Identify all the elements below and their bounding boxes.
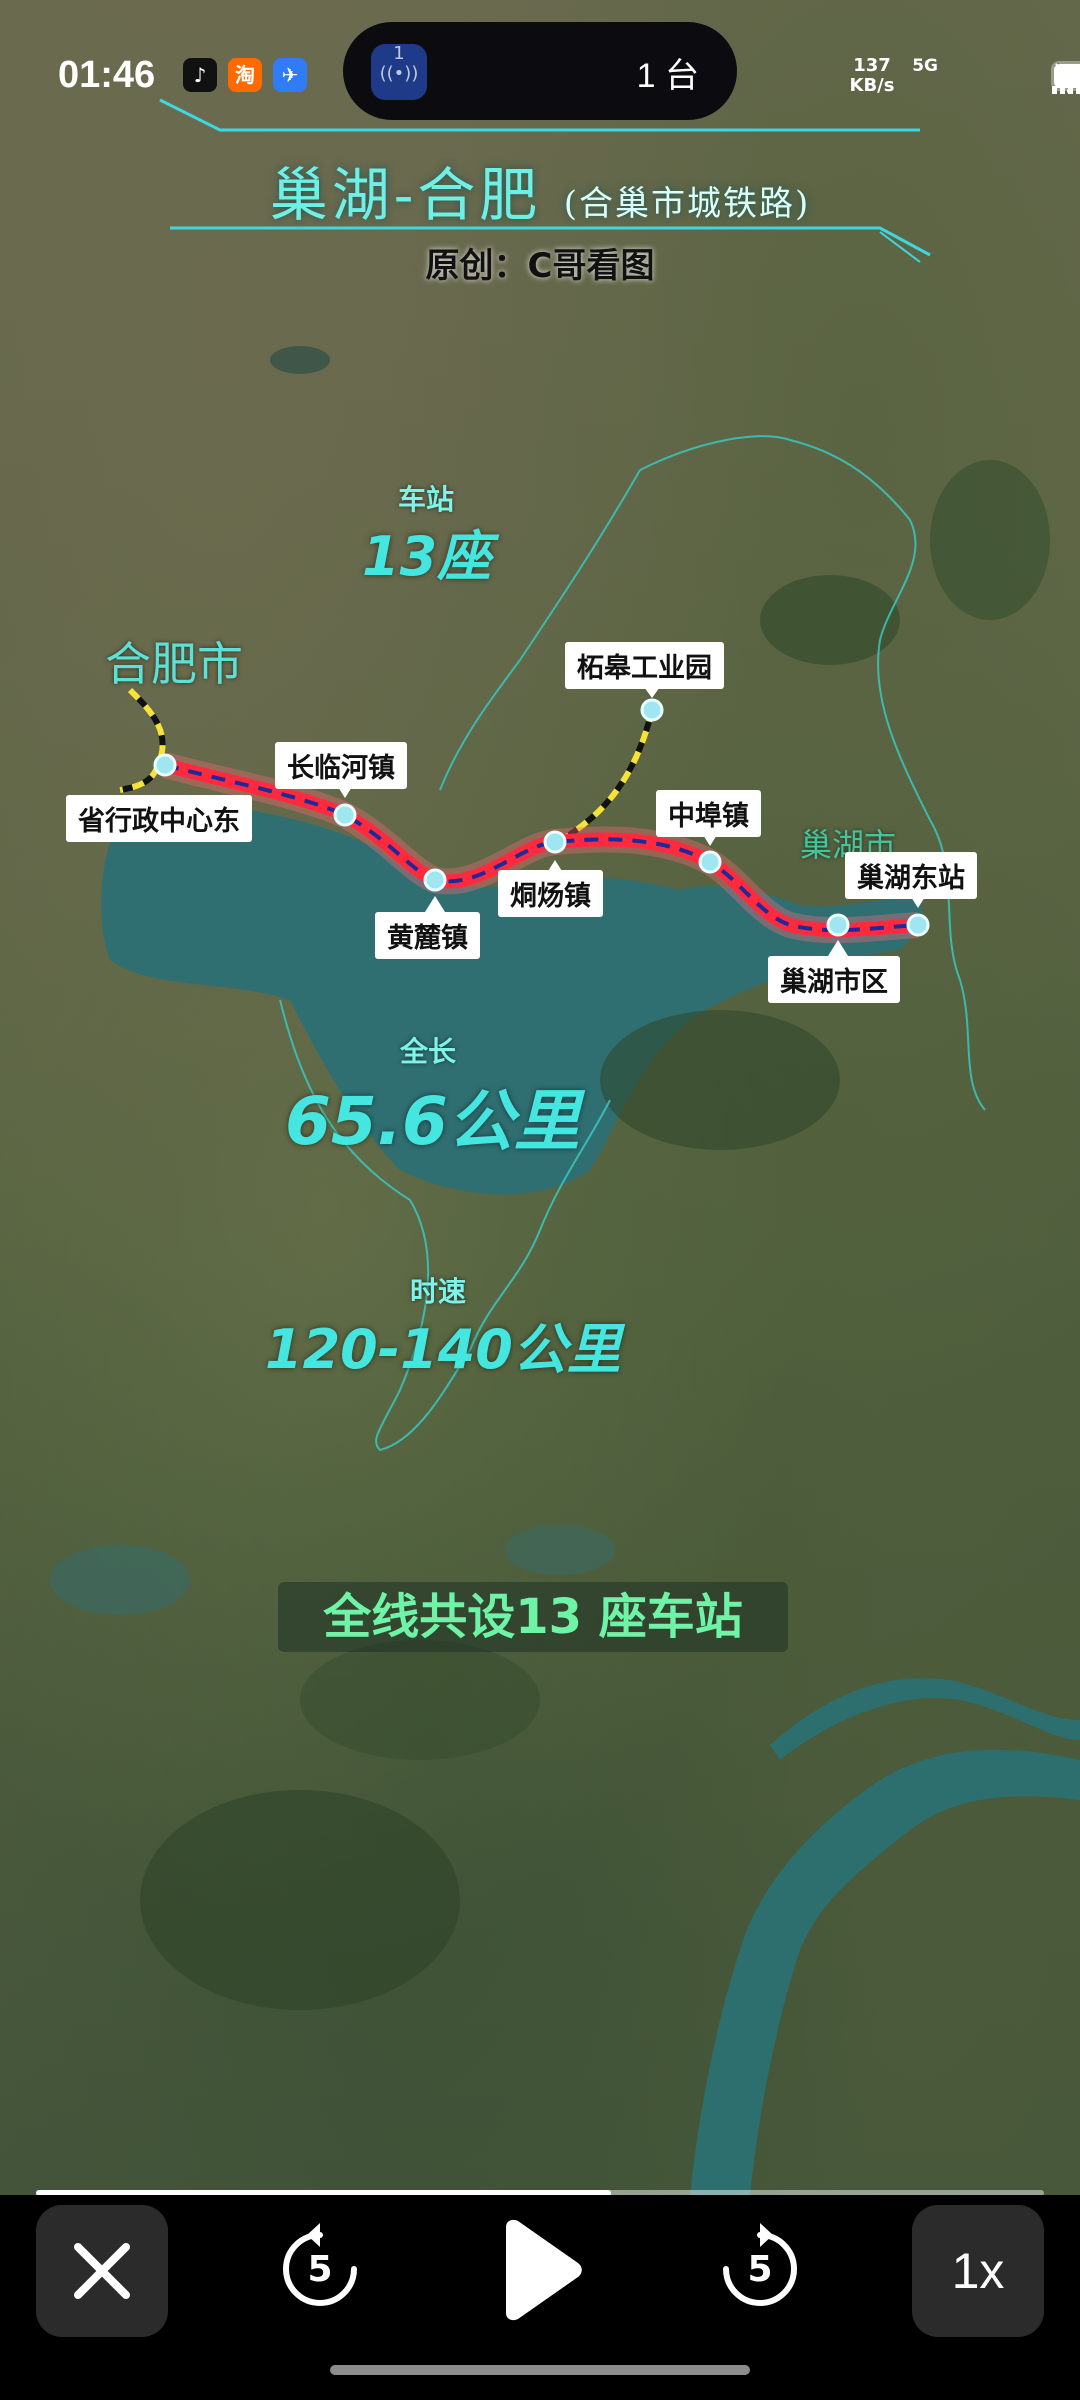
map-title: 巢湖-合肥 (合巢市城铁路) xyxy=(0,148,1080,232)
island-text: 1 台 xyxy=(636,57,699,95)
speed-value: 120-140公里 xyxy=(265,1318,621,1381)
station-label: 巢湖市区 xyxy=(768,956,900,1003)
station-dot xyxy=(826,913,850,937)
taobao-icon: 淘 xyxy=(228,58,262,92)
map-video-frame: 01:46 ♪ 淘 ✈ 1 ((•)) 1 台 137 KB/s 5G 巢湖-合… xyxy=(0,0,1080,2195)
length-caption: 全长 xyxy=(400,1035,457,1068)
close-icon xyxy=(74,2243,130,2299)
speed-caption: 时速 xyxy=(410,1275,467,1308)
map-subtitle: (合巢市城铁路) xyxy=(563,184,811,224)
small-lake xyxy=(270,346,330,374)
status-time: 01:46 xyxy=(58,54,156,96)
bird-app-icon: ✈ xyxy=(273,58,307,92)
length-value: 65.6公里 xyxy=(285,1083,580,1160)
small-lake xyxy=(505,1525,615,1575)
branch-line-zhegao xyxy=(552,709,655,848)
station-label: 中埠镇 xyxy=(656,790,761,837)
video-caption: 全线共设13 座车站 xyxy=(278,1582,788,1652)
yangtze-river xyxy=(690,1749,1080,2195)
tiktok-icon: ♪ xyxy=(183,58,217,92)
rewind-seconds: 5 xyxy=(307,2249,333,2290)
net-speed-unit: KB/s xyxy=(849,75,895,96)
net-speed-value: 137 xyxy=(853,55,891,76)
forest-patch xyxy=(300,1640,540,1760)
network-type: 5G xyxy=(912,56,938,76)
station-dot xyxy=(423,868,447,892)
forest-patch xyxy=(600,1010,840,1150)
forward-5-button[interactable]: 5 xyxy=(705,2213,815,2323)
playback-controls: 5 5 1x xyxy=(0,2195,1080,2400)
broadcast-icon: 1 ((•)) xyxy=(371,44,427,100)
station-label: 省行政中心东 xyxy=(66,795,252,842)
station-label: 巢湖东站 xyxy=(845,852,977,899)
map-title-text: 巢湖-合肥 xyxy=(269,161,542,229)
station-dot xyxy=(153,753,177,777)
rewind-5-button[interactable]: 5 xyxy=(265,2213,375,2323)
station-dot xyxy=(543,830,567,854)
close-button[interactable] xyxy=(36,2205,168,2337)
small-lake xyxy=(50,1545,190,1615)
playback-speed-button[interactable]: 1x xyxy=(912,2205,1044,2337)
author-credit: 原创：C哥看图 xyxy=(425,246,655,286)
station-label: 柘皋工业园 xyxy=(565,642,724,689)
station-dot xyxy=(906,913,930,937)
station-dot xyxy=(333,803,357,827)
forward-seconds: 5 xyxy=(747,2249,773,2290)
river-bend xyxy=(770,1678,1080,1760)
play-icon xyxy=(506,2219,582,2321)
status-bar: 01:46 ♪ 淘 ✈ 1 ((•)) 1 台 137 KB/s 5G xyxy=(0,22,1080,120)
station-dot xyxy=(640,698,664,722)
branch-line-zhegao xyxy=(552,709,655,848)
island-badge-count: 1 xyxy=(393,43,405,64)
station-dot xyxy=(698,850,722,874)
station-label: 烔炀镇 xyxy=(498,870,603,917)
dynamic-island[interactable]: 1 ((•)) 1 台 xyxy=(343,22,737,120)
station-label: 黄麓镇 xyxy=(375,912,480,959)
station-label: 长临河镇 xyxy=(275,742,407,789)
stations-value: 13座 xyxy=(362,525,492,588)
home-indicator[interactable] xyxy=(330,2365,750,2375)
net-speed: 137 KB/s xyxy=(844,56,900,96)
play-button[interactable] xyxy=(490,2215,590,2325)
city-hefei: 合肥市 xyxy=(105,637,243,691)
forest-patch xyxy=(930,460,1050,620)
forest-patch xyxy=(140,1790,460,2010)
battery-icon xyxy=(1051,61,1080,91)
